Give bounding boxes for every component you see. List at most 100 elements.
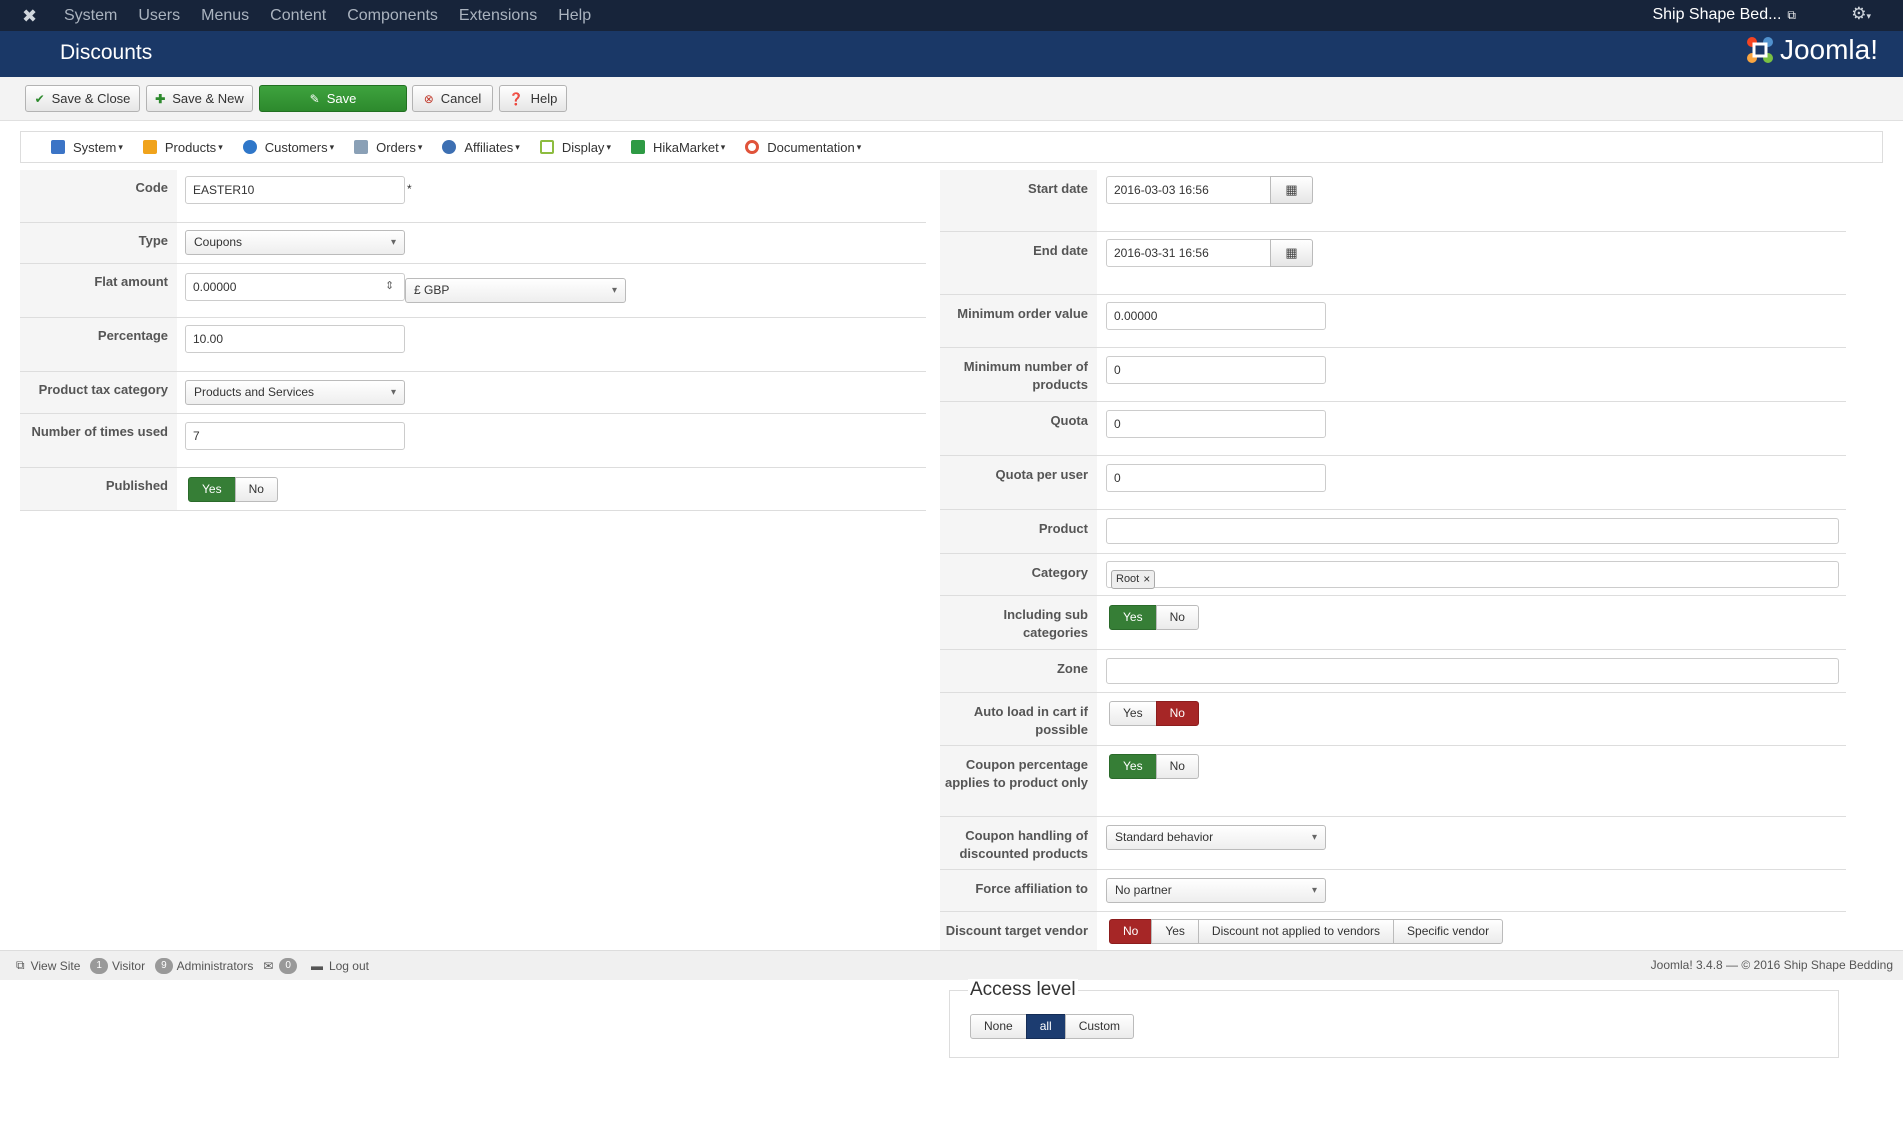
discount-target-yes[interactable]: Yes: [1151, 919, 1199, 944]
help-label: Help: [530, 91, 558, 106]
force-affiliation-select[interactable]: No partner: [1106, 878, 1326, 903]
menu-help[interactable]: Help: [558, 7, 591, 25]
save-new-label: Save & New: [172, 91, 244, 106]
coupon-pct-yes[interactable]: Yes: [1109, 754, 1157, 779]
logout-link[interactable]: ▬ Log out: [311, 959, 369, 973]
site-name: Ship Shape Bed...: [1652, 6, 1782, 23]
row-min-products: Minimum number of products 0: [940, 348, 1846, 402]
number-spinner-icon[interactable]: ⇕: [385, 279, 394, 292]
save-new-button[interactable]: ✚ Save & New: [146, 85, 253, 112]
label-min-order: Minimum order value: [940, 295, 1097, 347]
hikamenu-orders[interactable]: Orders ▾: [354, 140, 422, 155]
hikamenu-label: System: [73, 139, 117, 155]
type-select[interactable]: Coupons: [185, 230, 405, 255]
access-none[interactable]: None: [970, 1014, 1027, 1039]
code-input[interactable]: EASTER10: [185, 176, 405, 204]
remove-tag-icon[interactable]: ×: [1143, 571, 1150, 588]
menu-system[interactable]: System: [64, 7, 117, 25]
check-icon: ✔: [34, 91, 45, 106]
row-end-date: End date 2016-03-31 16:56 ▦: [940, 232, 1846, 295]
box-icon: [142, 140, 157, 154]
hikamenu-products[interactable]: Products ▾: [142, 139, 223, 155]
category-input[interactable]: Root ×: [1106, 561, 1839, 589]
start-date-input[interactable]: 2016-03-03 16:56: [1106, 176, 1271, 204]
menu-components[interactable]: Components: [347, 7, 438, 25]
access-level-fieldset: Access level None all Custom: [949, 979, 1839, 1058]
label-auto-load: Auto load in cart if possible: [940, 693, 1097, 745]
row-published: Published Yes No: [20, 468, 926, 511]
access-all[interactable]: all: [1025, 1014, 1066, 1039]
label-quota: Quota: [940, 402, 1097, 455]
menu-menus[interactable]: Menus: [201, 7, 249, 25]
messages-status[interactable]: ✉ 0: [263, 957, 301, 974]
min-order-input[interactable]: 0.00000: [1106, 302, 1326, 330]
hikamenu-system[interactable]: System ▾: [51, 140, 123, 155]
quota-input[interactable]: 0: [1106, 410, 1326, 438]
discount-target-no[interactable]: No: [1109, 919, 1153, 944]
discount-target-not-applied[interactable]: Discount not applied to vendors: [1197, 919, 1395, 944]
tax-category-select[interactable]: Products and Services: [185, 380, 405, 405]
auto-load-yes[interactable]: Yes: [1109, 701, 1157, 726]
quota-user-input[interactable]: 0: [1106, 464, 1326, 492]
menu-content[interactable]: Content: [270, 7, 326, 25]
coupon-pct-toggle: Yes No: [1109, 754, 1199, 779]
access-level-legend: Access level: [968, 979, 1078, 1001]
save-button[interactable]: ✎ Save: [259, 85, 407, 112]
discount-target-specific[interactable]: Specific vendor: [1393, 919, 1504, 944]
row-quota-user: Quota per user 0: [940, 456, 1846, 510]
row-min-order: Minimum order value 0.00000: [940, 295, 1846, 348]
logout-label: Log out: [328, 958, 369, 973]
published-yes[interactable]: Yes: [188, 477, 236, 502]
category-tag-label: Root: [1116, 573, 1140, 585]
menu-users[interactable]: Users: [138, 7, 180, 25]
coupon-handling-select[interactable]: Standard behavior: [1106, 825, 1326, 850]
product-input[interactable]: [1106, 518, 1839, 544]
sub-categories-yes[interactable]: Yes: [1109, 605, 1157, 630]
label-sub-categories: Including sub categories: [940, 596, 1097, 649]
label-category: Category: [940, 554, 1097, 595]
times-used-input[interactable]: 7: [185, 422, 405, 450]
zone-input[interactable]: [1106, 658, 1839, 684]
site-link[interactable]: Ship Shape Bed... ⧉: [1652, 0, 1796, 31]
hikamenu-label: Products: [164, 139, 217, 155]
caret-down-icon: ▾: [329, 141, 335, 152]
calendar-icon[interactable]: ▦: [1270, 239, 1313, 267]
hikamenu-display[interactable]: Display ▾: [539, 140, 611, 155]
coupon-pct-no[interactable]: No: [1155, 754, 1199, 779]
admins-status[interactable]: 9 Administrators: [155, 957, 254, 974]
joomla-menu-icon[interactable]: ✖: [22, 6, 44, 26]
access-custom[interactable]: Custom: [1064, 1014, 1135, 1039]
envelope-icon: ✉: [263, 958, 274, 973]
row-flat-amount: Flat amount 0.00000 ⇕ £ GBP: [20, 264, 926, 318]
admin-top-navbar: ✖ System Users Menus Content Components …: [0, 0, 1903, 31]
min-products-input[interactable]: 0: [1106, 356, 1326, 384]
menu-extensions[interactable]: Extensions: [459, 7, 537, 25]
published-toggle: Yes No: [188, 477, 278, 502]
currency-select[interactable]: £ GBP: [405, 278, 626, 303]
hikamenu-documentation[interactable]: Documentation ▾: [745, 140, 861, 155]
save-close-button[interactable]: ✔ Save & Close: [25, 85, 140, 112]
external-link-icon: ⧉: [16, 958, 25, 972]
auto-load-no[interactable]: No: [1155, 701, 1199, 726]
label-force-affiliation: Force affiliation to: [940, 870, 1097, 911]
calendar-icon[interactable]: ▦: [1270, 176, 1313, 204]
percentage-input[interactable]: 10.00: [185, 325, 405, 353]
admins-label: Administrators: [176, 958, 254, 973]
row-coupon-pct: Coupon percentage applies to product onl…: [940, 746, 1846, 817]
hikamenu-label: Affiliates: [464, 139, 514, 155]
sub-categories-no[interactable]: No: [1155, 605, 1199, 630]
published-no[interactable]: No: [234, 477, 278, 502]
hikamenu-hikamarket[interactable]: HikaMarket ▾: [630, 140, 725, 155]
visitors-status[interactable]: 1 Visitor: [90, 957, 145, 974]
gear-icon[interactable]: ⚙▾: [1851, 4, 1871, 24]
flat-amount-input[interactable]: 0.00000: [185, 273, 405, 301]
label-quota-user: Quota per user: [940, 456, 1097, 509]
minus-icon: ▬: [310, 958, 323, 973]
view-site-link[interactable]: ⧉ View Site: [16, 958, 80, 973]
cancel-button[interactable]: ⊗ Cancel: [412, 85, 493, 112]
hikamenu-customers[interactable]: Customers ▾: [242, 140, 335, 155]
caret-down-icon: ▾: [417, 141, 423, 152]
end-date-input[interactable]: 2016-03-31 16:56: [1106, 239, 1271, 267]
help-button[interactable]: ❓ Help: [499, 85, 567, 112]
hikamenu-affiliates[interactable]: Affiliates ▾: [442, 139, 520, 155]
